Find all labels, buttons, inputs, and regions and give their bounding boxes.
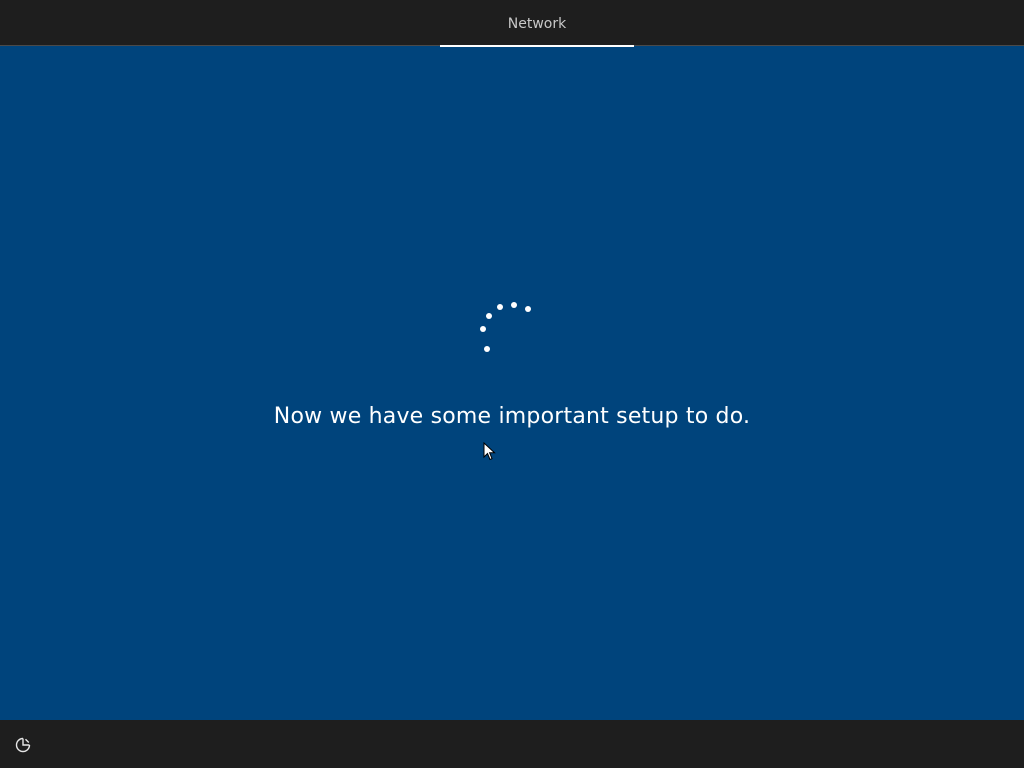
tab-network[interactable]: Network xyxy=(440,0,634,47)
tab-network-label: Network xyxy=(507,16,567,32)
ease-of-access-icon xyxy=(15,737,31,753)
bottom-bar xyxy=(0,720,1024,768)
loading-spinner-icon xyxy=(480,302,531,352)
setup-main-area: Now we have some important setup to do. xyxy=(0,47,1024,720)
setup-message: Now we have some important setup to do. xyxy=(273,404,751,429)
top-bar: Network xyxy=(0,0,1024,47)
mouse-cursor-icon xyxy=(483,442,496,461)
ease-of-access-button[interactable] xyxy=(10,732,36,758)
